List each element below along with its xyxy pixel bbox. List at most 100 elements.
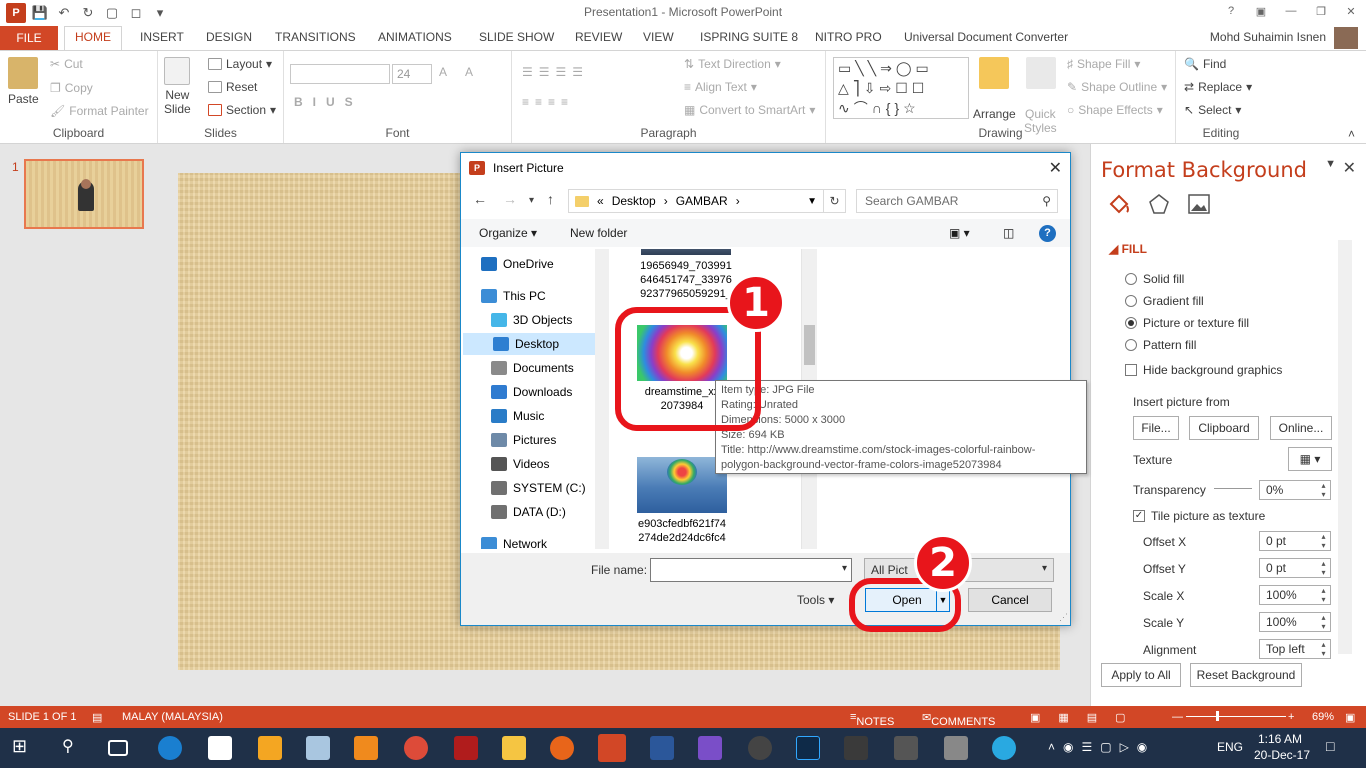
- format-painter-button[interactable]: 🖌 Format Painter: [50, 104, 149, 118]
- language[interactable]: MALAY (MALAYSIA): [122, 711, 223, 723]
- fill-section-header[interactable]: ◢ FILL: [1109, 242, 1147, 256]
- nav-item[interactable]: Network: [481, 533, 611, 549]
- nav-item[interactable]: Desktop: [463, 333, 595, 355]
- fill-bucket-icon[interactable]: [1107, 192, 1131, 216]
- align-buttons[interactable]: ≡≡≡≡: [522, 95, 574, 109]
- clock-date[interactable]: 20-Dec-17: [1254, 748, 1310, 762]
- tools-button[interactable]: Tools ▾: [797, 593, 834, 607]
- solid-fill-option[interactable]: Solid fill: [1125, 272, 1184, 286]
- user-name[interactable]: Mohd Suhaimin Isnen: [1210, 30, 1326, 44]
- section-button[interactable]: Section ▾: [208, 103, 276, 117]
- photoshop-icon[interactable]: [796, 736, 820, 760]
- forward-arrow-icon[interactable]: →: [503, 191, 517, 207]
- tile-checkbox[interactable]: ✓: [1133, 510, 1145, 522]
- close-icon[interactable]: ✕: [1336, 0, 1366, 22]
- tab-insert[interactable]: INSERT: [140, 30, 184, 44]
- font-name-combo[interactable]: [290, 64, 390, 84]
- tile-option[interactable]: ✓ Tile picture as texture: [1133, 509, 1265, 523]
- select-button[interactable]: ↖ Select ▾: [1184, 103, 1241, 117]
- tab-file[interactable]: FILE: [0, 26, 58, 50]
- hide-bg-checkbox[interactable]: [1125, 364, 1137, 376]
- picture-fill-radio[interactable]: [1125, 317, 1137, 329]
- hide-bg-option[interactable]: Hide background graphics: [1125, 363, 1282, 377]
- restore-icon[interactable]: ❐: [1306, 0, 1336, 22]
- apply-to-all-button[interactable]: Apply to All: [1101, 663, 1181, 687]
- collapse-ribbon-icon[interactable]: ˄: [1348, 127, 1355, 141]
- avatar[interactable]: [1334, 27, 1358, 49]
- app4-icon[interactable]: [944, 736, 968, 760]
- nav-item[interactable]: Music: [491, 405, 611, 427]
- breadcrumb-desktop[interactable]: Desktop: [612, 194, 656, 208]
- zoom-out-icon[interactable]: —: [1172, 711, 1183, 723]
- nav-item[interactable]: Videos: [491, 453, 611, 475]
- scroll-thumb[interactable]: [804, 325, 815, 365]
- online-button[interactable]: Online...: [1270, 416, 1332, 440]
- texture-picker[interactable]: ▦ ▾: [1288, 447, 1332, 471]
- acrobat-icon[interactable]: [454, 736, 478, 760]
- preview-pane-icon[interactable]: ◫: [1003, 226, 1014, 240]
- view-buttons[interactable]: ▣▦▤▢: [1030, 711, 1144, 724]
- alignment-select[interactable]: Top left: [1259, 639, 1331, 659]
- recent-chevron-icon[interactable]: ▾: [529, 195, 534, 206]
- offset-x-input[interactable]: 0 pt: [1259, 531, 1331, 551]
- gradient-fill-option[interactable]: Gradient fill: [1125, 294, 1204, 308]
- arrange-button[interactable]: Arrange: [973, 57, 1016, 121]
- file-name-input[interactable]: ▾: [650, 558, 852, 582]
- ie-icon[interactable]: [158, 736, 182, 760]
- transparency-input[interactable]: 0%: [1259, 480, 1331, 500]
- nav-item[interactable]: Pictures: [491, 429, 611, 451]
- nav-item[interactable]: SYSTEM (C:): [491, 477, 611, 499]
- tab-animations[interactable]: ANIMATIONS: [378, 30, 452, 44]
- input-language[interactable]: ENG: [1217, 740, 1243, 754]
- windows-start-icon[interactable]: ⊞: [12, 736, 36, 760]
- filter-dropdown-icon[interactable]: ▾: [1042, 563, 1047, 574]
- reset-background-button[interactable]: Reset Background: [1190, 663, 1302, 687]
- layout-button[interactable]: Layout ▾: [208, 57, 272, 71]
- font-size-controls[interactable]: A A: [439, 65, 481, 79]
- help-icon[interactable]: ?: [1216, 0, 1246, 22]
- zoom-in-icon[interactable]: +: [1288, 711, 1294, 723]
- tab-nitro-pro[interactable]: NITRO PRO: [815, 30, 882, 44]
- slide-thumbnail[interactable]: [24, 159, 144, 229]
- solid-fill-radio[interactable]: [1125, 273, 1137, 285]
- nav-item[interactable]: DATA (D:): [491, 501, 611, 523]
- pane-scrollbar[interactable]: [1338, 240, 1352, 654]
- clock-time[interactable]: 1:16 AM: [1258, 732, 1302, 746]
- fit-slide-icon[interactable]: ▣: [1345, 711, 1355, 724]
- convert-smartart-button[interactable]: ▦ Convert to SmartArt ▾: [684, 103, 815, 117]
- app3-icon[interactable]: [894, 736, 918, 760]
- winrar-icon[interactable]: [698, 736, 722, 760]
- address-dropdown-icon[interactable]: ▼: [807, 196, 817, 207]
- zoom-level[interactable]: 69%: [1312, 711, 1334, 723]
- nav-item[interactable]: 3D Objects: [491, 309, 611, 331]
- ribbon-display-icon[interactable]: ▣: [1246, 0, 1276, 22]
- cancel-button[interactable]: Cancel: [968, 588, 1052, 612]
- offset-y-input[interactable]: 0 pt: [1259, 558, 1331, 578]
- nav-item[interactable]: Downloads: [491, 381, 611, 403]
- tab-review[interactable]: REVIEW: [575, 30, 622, 44]
- shapes-gallery[interactable]: ▭╲╲⇒◯▭ △⎤⇩⇨☐☐ ∿⌒∩{}☆: [833, 57, 969, 119]
- store-icon[interactable]: [306, 736, 330, 760]
- comments-button[interactable]: ✉ COMMENTS: [922, 711, 995, 728]
- address-bar[interactable]: « Desktop › GAMBAR › ▼: [568, 189, 824, 213]
- tab-home[interactable]: HOME: [64, 26, 122, 52]
- change-view-icon[interactable]: ▣ ▾: [949, 226, 970, 240]
- pattern-fill-option[interactable]: Pattern fill: [1125, 338, 1196, 352]
- file-button[interactable]: File...: [1133, 416, 1179, 440]
- firefox-icon[interactable]: [550, 736, 574, 760]
- reset-button[interactable]: Reset: [208, 80, 257, 94]
- nav-scrollbar[interactable]: [595, 249, 609, 549]
- tab-design[interactable]: DESIGN: [206, 30, 252, 44]
- tray-icons[interactable]: ˄◉☰▢▷◉: [1048, 740, 1155, 754]
- file-explorer-icon[interactable]: [502, 736, 526, 760]
- tab-transitions[interactable]: TRANSITIONS: [275, 30, 356, 44]
- shape-outline-button[interactable]: ✎ Shape Outline ▾: [1067, 80, 1167, 94]
- find-button[interactable]: 🔍 Find: [1184, 57, 1226, 71]
- list-buttons[interactable]: ☰☰☰☰: [522, 65, 589, 79]
- word-icon[interactable]: [650, 736, 674, 760]
- app2-icon[interactable]: [844, 736, 868, 760]
- zoom-slider-thumb[interactable]: [1216, 711, 1219, 721]
- replace-button[interactable]: ⇄ Replace ▾: [1184, 80, 1252, 94]
- nav-item[interactable]: OneDrive: [481, 253, 611, 275]
- organize-button[interactable]: Organize ▾: [479, 226, 537, 240]
